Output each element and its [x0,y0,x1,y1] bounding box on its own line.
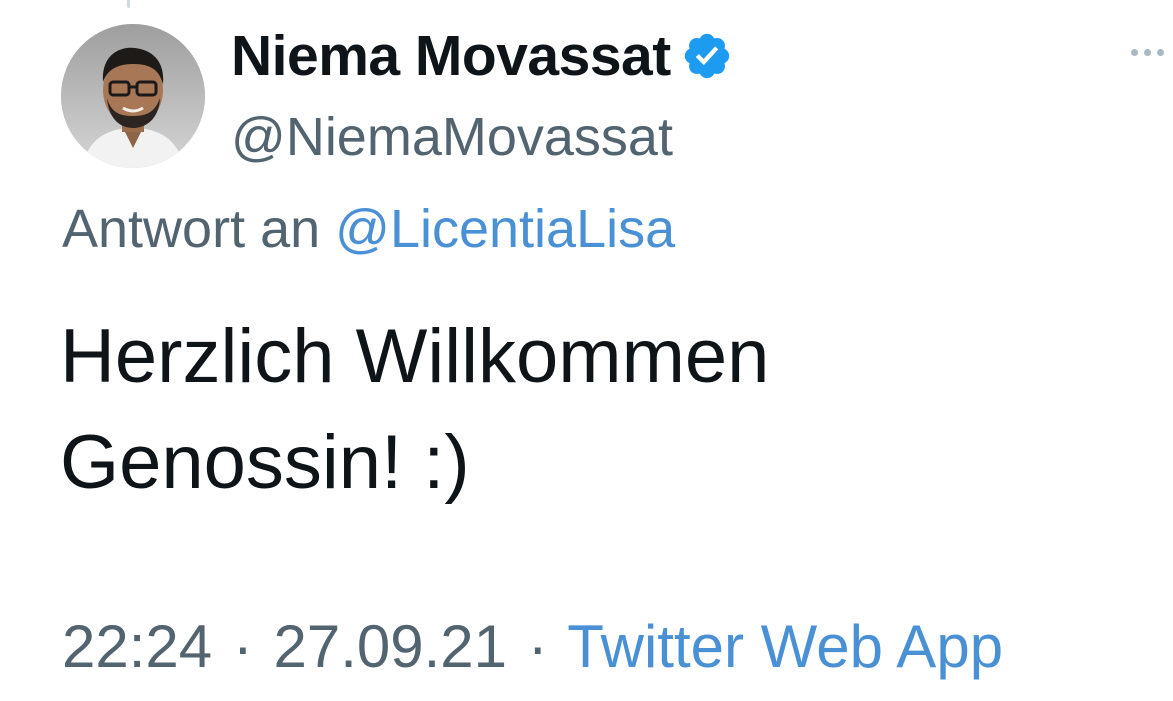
author-name-row[interactable]: Niema Movassat [231,20,733,92]
reply-prefix-text: Antwort an [62,199,336,259]
verified-badge-icon [681,30,733,82]
more-dot [1157,48,1164,56]
tweet-text-line: Herzlich Willkommen [60,314,770,399]
tweet-source-link[interactable]: Twitter Web App [567,613,1003,680]
avatar-image [61,24,205,168]
more-dot [1131,48,1138,56]
tweet-card: Niema Movassat @NiemaMovassat Antwort an… [0,0,1173,701]
author-handle[interactable]: @NiemaMovassat [231,106,673,168]
author-display-name[interactable]: Niema Movassat [231,23,671,89]
reply-context: Antwort an @LicentiaLisa [62,198,675,260]
meta-separator: · [232,613,253,680]
more-dot [1144,48,1151,56]
reply-target-link[interactable]: @LicentiaLisa [335,199,675,259]
tweet-time[interactable]: 22:24 [62,613,212,680]
tweet-text-line: Genossin! :) [60,420,470,505]
tweet-metadata: 22:24 · 27.09.21 · Twitter Web App [62,612,1003,681]
more-options-icon[interactable] [1131,42,1173,62]
tweet-body: Herzlich Willkommen Genossin! :) [60,304,1110,516]
thread-connector-line [127,0,130,8]
avatar[interactable] [61,24,205,168]
meta-separator: · [527,613,548,680]
tweet-date[interactable]: 27.09.21 [273,613,507,680]
